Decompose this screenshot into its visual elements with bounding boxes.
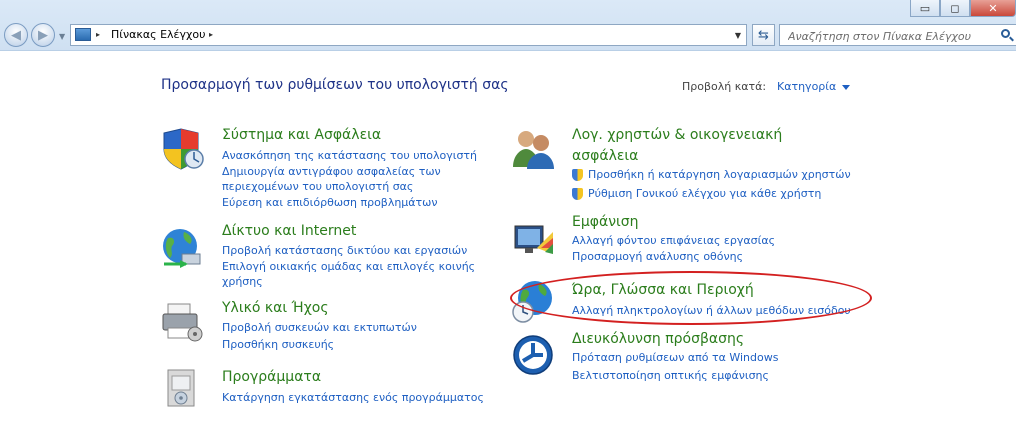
link-optimize-display[interactable]: Βελτιστοποίηση οπτικής εμφάνισης bbox=[572, 368, 769, 384]
category-ease-of-access[interactable]: Διευκόλυνση πρόσβασης bbox=[572, 329, 744, 350]
forward-button[interactable]: ▶ bbox=[31, 23, 55, 47]
view-by-value[interactable]: Κατηγορία bbox=[777, 80, 836, 93]
view-by-dropdown[interactable]: Κατηγορία bbox=[777, 80, 851, 93]
search-box[interactable] bbox=[779, 24, 1016, 46]
uac-shield-icon bbox=[572, 188, 583, 200]
category-appearance[interactable]: Εμφάνιση bbox=[572, 212, 639, 233]
link-change-keyboards[interactable]: Αλλαγή πληκτρολογίων ή άλλων μεθόδων εισ… bbox=[572, 303, 851, 319]
back-arrow-icon: ◀ bbox=[11, 27, 21, 43]
link-devices-printers[interactable]: Προβολή συσκευών και εκτυπωτών bbox=[222, 320, 417, 336]
address-bar[interactable]: ▸ Πίνακας Ελέγχου ▸ ▼ bbox=[70, 24, 747, 46]
category-programs[interactable]: Προγράμματα bbox=[222, 367, 321, 388]
system-security-icon[interactable] bbox=[160, 127, 204, 171]
link-add-device[interactable]: Προσθήκη συσκευής bbox=[222, 337, 334, 353]
dropdown-caret-icon[interactable] bbox=[842, 84, 851, 90]
link-troubleshoot[interactable]: Εύρεση και επιδιόρθωση προβλημάτων bbox=[222, 195, 438, 211]
maximize-button[interactable]: ◻ bbox=[940, 0, 970, 17]
link-uninstall-program[interactable]: Κατάργηση εγκατάστασης ενός προγράμματος bbox=[222, 390, 484, 406]
window-chrome: ▭ ◻ ✕ ◀ ▶ ▼ ▸ Πίνακας Ελέγχου ▸ ▼ ⇆ bbox=[0, 0, 1016, 51]
programs-icon[interactable] bbox=[160, 366, 204, 410]
link-change-background[interactable]: Αλλαγή φόντου επιφάνειας εργασίας bbox=[572, 233, 775, 249]
category-network-internet[interactable]: Δίκτυο και Internet bbox=[222, 221, 356, 242]
breadcrumb-separator[interactable]: ▸ bbox=[96, 30, 100, 39]
user-accounts-icon[interactable] bbox=[511, 127, 555, 171]
forward-arrow-icon: ▶ bbox=[38, 27, 48, 43]
recent-pages-dropdown[interactable]: ▼ bbox=[59, 32, 65, 41]
back-button[interactable]: ◀ bbox=[4, 23, 28, 47]
address-dropdown-icon[interactable]: ▼ bbox=[735, 31, 741, 40]
network-internet-icon[interactable] bbox=[160, 226, 204, 270]
link-homegroup-cont[interactable]: χρήσης bbox=[222, 274, 263, 290]
category-system-security[interactable]: Σύστημα και Ασφάλεια bbox=[222, 125, 381, 146]
breadcrumb-separator[interactable]: ▸ bbox=[209, 30, 213, 39]
link-windows-suggestions[interactable]: Πρόταση ρυθμίσεων από τα Windows bbox=[572, 350, 778, 366]
category-hardware-sound[interactable]: Υλικό και Ήχος bbox=[222, 298, 329, 319]
refresh-button[interactable]: ⇆ bbox=[752, 24, 775, 46]
link-parental-controls[interactable]: Ρύθμιση Γονικού ελέγχου για κάθε χρήστη bbox=[588, 186, 821, 202]
link-screen-resolution[interactable]: Προσαρμογή ανάλυσης οθόνης bbox=[572, 249, 743, 265]
appearance-icon[interactable] bbox=[511, 218, 555, 262]
view-by-label: Προβολή κατά: bbox=[682, 80, 767, 93]
control-panel-icon bbox=[75, 28, 91, 41]
ease-of-access-icon[interactable] bbox=[511, 333, 555, 377]
minimize-button[interactable]: ▭ bbox=[910, 0, 940, 17]
clock-language-region-icon[interactable] bbox=[511, 280, 555, 324]
link-homegroup[interactable]: Επιλογή οικιακής ομάδας και επιλογές κοι… bbox=[222, 259, 475, 275]
link-backup-cont[interactable]: περιεχομένων του υπολογιστή σας bbox=[222, 179, 413, 195]
link-add-remove-accounts[interactable]: Προσθήκη ή κατάργηση λογαριασμών χρηστών bbox=[588, 167, 851, 183]
refresh-icon: ⇆ bbox=[758, 27, 769, 43]
category-clock-language-region[interactable]: Ώρα, Γλώσσα και Περιοχή bbox=[572, 280, 754, 301]
page-title: Προσαρμογή των ρυθμίσεων του υπολογιστή … bbox=[161, 77, 509, 93]
link-review-status[interactable]: Ανασκόπηση της κατάστασης του υπολογιστή bbox=[222, 148, 477, 164]
category-user-accounts-cont[interactable]: ασφάλεια bbox=[572, 146, 638, 167]
category-user-accounts[interactable]: Λογ. χρηστών & οικογενειακή bbox=[572, 125, 782, 146]
uac-shield-icon bbox=[572, 169, 583, 181]
breadcrumb-control-panel[interactable]: Πίνακας Ελέγχου bbox=[111, 28, 205, 41]
search-input[interactable] bbox=[786, 27, 990, 45]
window-controls: ▭ ◻ ✕ bbox=[910, 0, 1016, 17]
search-icon[interactable] bbox=[1001, 29, 1010, 38]
link-backup[interactable]: Δημιουργία αντιγράφου ασφαλείας των bbox=[222, 164, 441, 180]
hardware-sound-icon[interactable] bbox=[160, 300, 204, 344]
close-button[interactable]: ✕ bbox=[970, 0, 1016, 17]
link-network-status[interactable]: Προβολή κατάστασης δικτύου και εργασιών bbox=[222, 243, 467, 259]
